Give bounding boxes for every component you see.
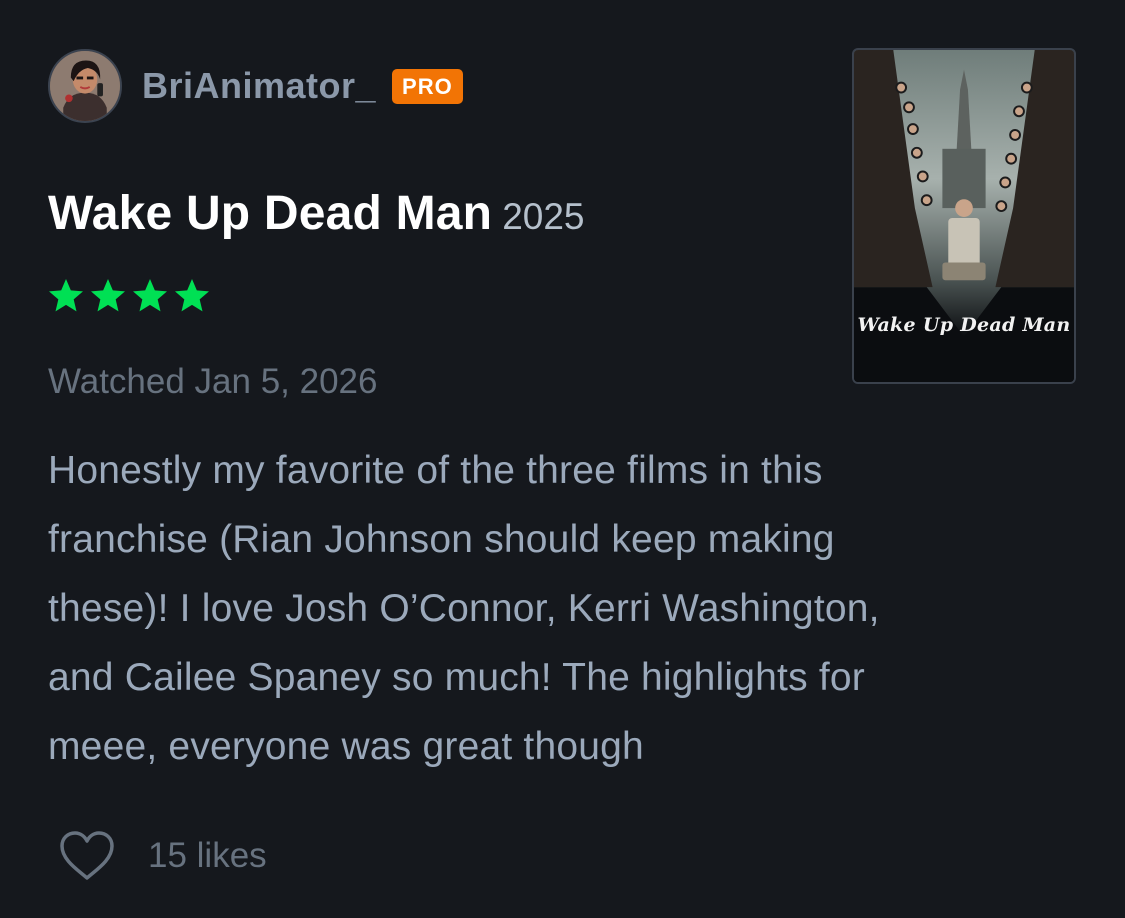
star-icon (91, 279, 125, 312)
review-line: meee, everyone was great though (48, 725, 644, 768)
film-year[interactable]: 2025 (502, 196, 584, 237)
star-rating (46, 276, 212, 316)
heart-outline-icon[interactable] (58, 830, 116, 882)
star-icon (175, 279, 209, 312)
review-line: Honestly my favorite of the three films … (48, 449, 823, 492)
likes-row: 15 likes (58, 830, 267, 882)
review-body: Honestly my favorite of the three films … (48, 436, 1058, 781)
username[interactable]: BriAnimator_ (142, 65, 376, 107)
poster-title: Wake Up Dead Man (857, 314, 1071, 336)
review-line: franchise (Rian Johnson should keep maki… (48, 518, 835, 561)
film-title[interactable]: Wake Up Dead Man (48, 187, 492, 240)
review-line: these)! I love Josh O’Connor, Kerri Wash… (48, 587, 880, 630)
pro-badge: PRO (392, 68, 463, 104)
star-icon (49, 279, 83, 312)
film-poster[interactable]: Wake Up Dead Man (852, 48, 1076, 384)
user-row: BriAnimator_ PRO (48, 48, 463, 124)
film-title-row: Wake Up Dead Man 2025 (48, 186, 585, 241)
star-icon (133, 279, 167, 312)
watched-date: Watched Jan 5, 2026 (48, 362, 378, 401)
review-card: BriAnimator_ PRO Wake Up Dead Man 2025 Wa… (0, 0, 1125, 918)
user-avatar[interactable] (48, 49, 122, 123)
avatar-illustration (50, 51, 120, 121)
review-line: and Cailee Spaney so much! The highlight… (48, 656, 865, 699)
likes-count[interactable]: 15 likes (148, 836, 267, 876)
